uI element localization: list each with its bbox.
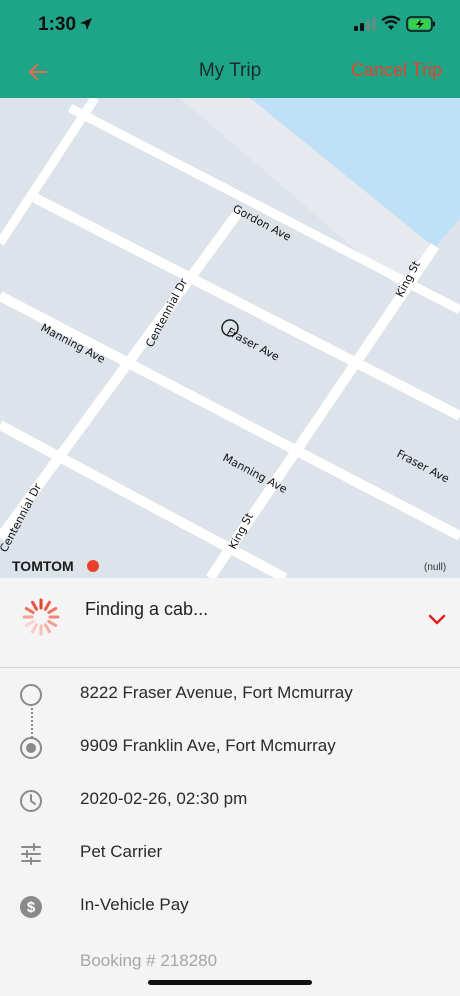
map-view[interactable]: Gordon Ave King St Centennial Dr Fraser … xyxy=(0,98,460,578)
dropoff-address: 9909 Franklin Ave, Fort Mcmurray xyxy=(80,736,336,755)
street-label: Fraser Ave xyxy=(225,325,282,364)
chevron-down-icon[interactable] xyxy=(428,614,446,626)
booking-number: Booking # 218280 xyxy=(80,951,218,970)
street-label: King St xyxy=(226,510,256,551)
trip-datetime: 2020-02-26, 02:30 pm xyxy=(80,789,248,808)
map-canvas: Gordon Ave King St Centennial Dr Fraser … xyxy=(0,98,460,578)
svg-text:$: $ xyxy=(27,899,36,916)
nav-bar: My Trip Cancel Trip xyxy=(0,50,460,98)
payment-row: $ In-Vehicle Pay xyxy=(0,880,460,933)
payment-method: In-Vehicle Pay xyxy=(80,895,189,914)
dropoff-radio-icon xyxy=(20,737,42,759)
sliders-icon xyxy=(21,843,41,865)
street-label: Centennial Dr xyxy=(0,481,44,554)
clock-icon xyxy=(20,790,42,812)
pickup-address: 8222 Fraser Avenue, Fort Mcmurray xyxy=(80,683,353,702)
pickup-row: 8222 Fraser Avenue, Fort Mcmurray xyxy=(0,668,460,721)
tomtom-logo: TOMTOM xyxy=(12,558,74,574)
home-indicator[interactable] xyxy=(148,980,312,985)
datetime-row: 2020-02-26, 02:30 pm xyxy=(0,774,460,827)
pickup-circle-icon xyxy=(20,684,42,706)
app-header: 1:30 My Trip Cancel Trip xyxy=(0,0,460,98)
dollar-icon: $ xyxy=(20,896,42,918)
cellular-signal-icon xyxy=(354,17,376,31)
tomtom-logo-mark xyxy=(87,560,99,572)
status-bar: 1:30 xyxy=(0,0,460,50)
extras-row: Pet Carrier xyxy=(0,827,460,880)
street-label: Fraser Ave xyxy=(395,447,452,486)
loading-spinner-icon xyxy=(22,598,60,636)
location-arrow-icon xyxy=(80,18,92,30)
map-null-label: (null) xyxy=(424,562,446,573)
street-label: Centennial Dr xyxy=(143,276,190,349)
status-time: 1:30 xyxy=(38,14,77,35)
trip-extras: Pet Carrier xyxy=(80,842,163,861)
battery-charging-icon xyxy=(406,16,435,32)
trip-status-text: Finding a cab... xyxy=(85,599,209,619)
cancel-trip-button[interactable]: Cancel Trip xyxy=(351,60,442,81)
dropoff-row: 9909 Franklin Ave, Fort Mcmurray xyxy=(0,721,460,774)
trip-status-panel[interactable]: Finding a cab... xyxy=(0,578,460,668)
wifi-icon xyxy=(381,15,401,30)
